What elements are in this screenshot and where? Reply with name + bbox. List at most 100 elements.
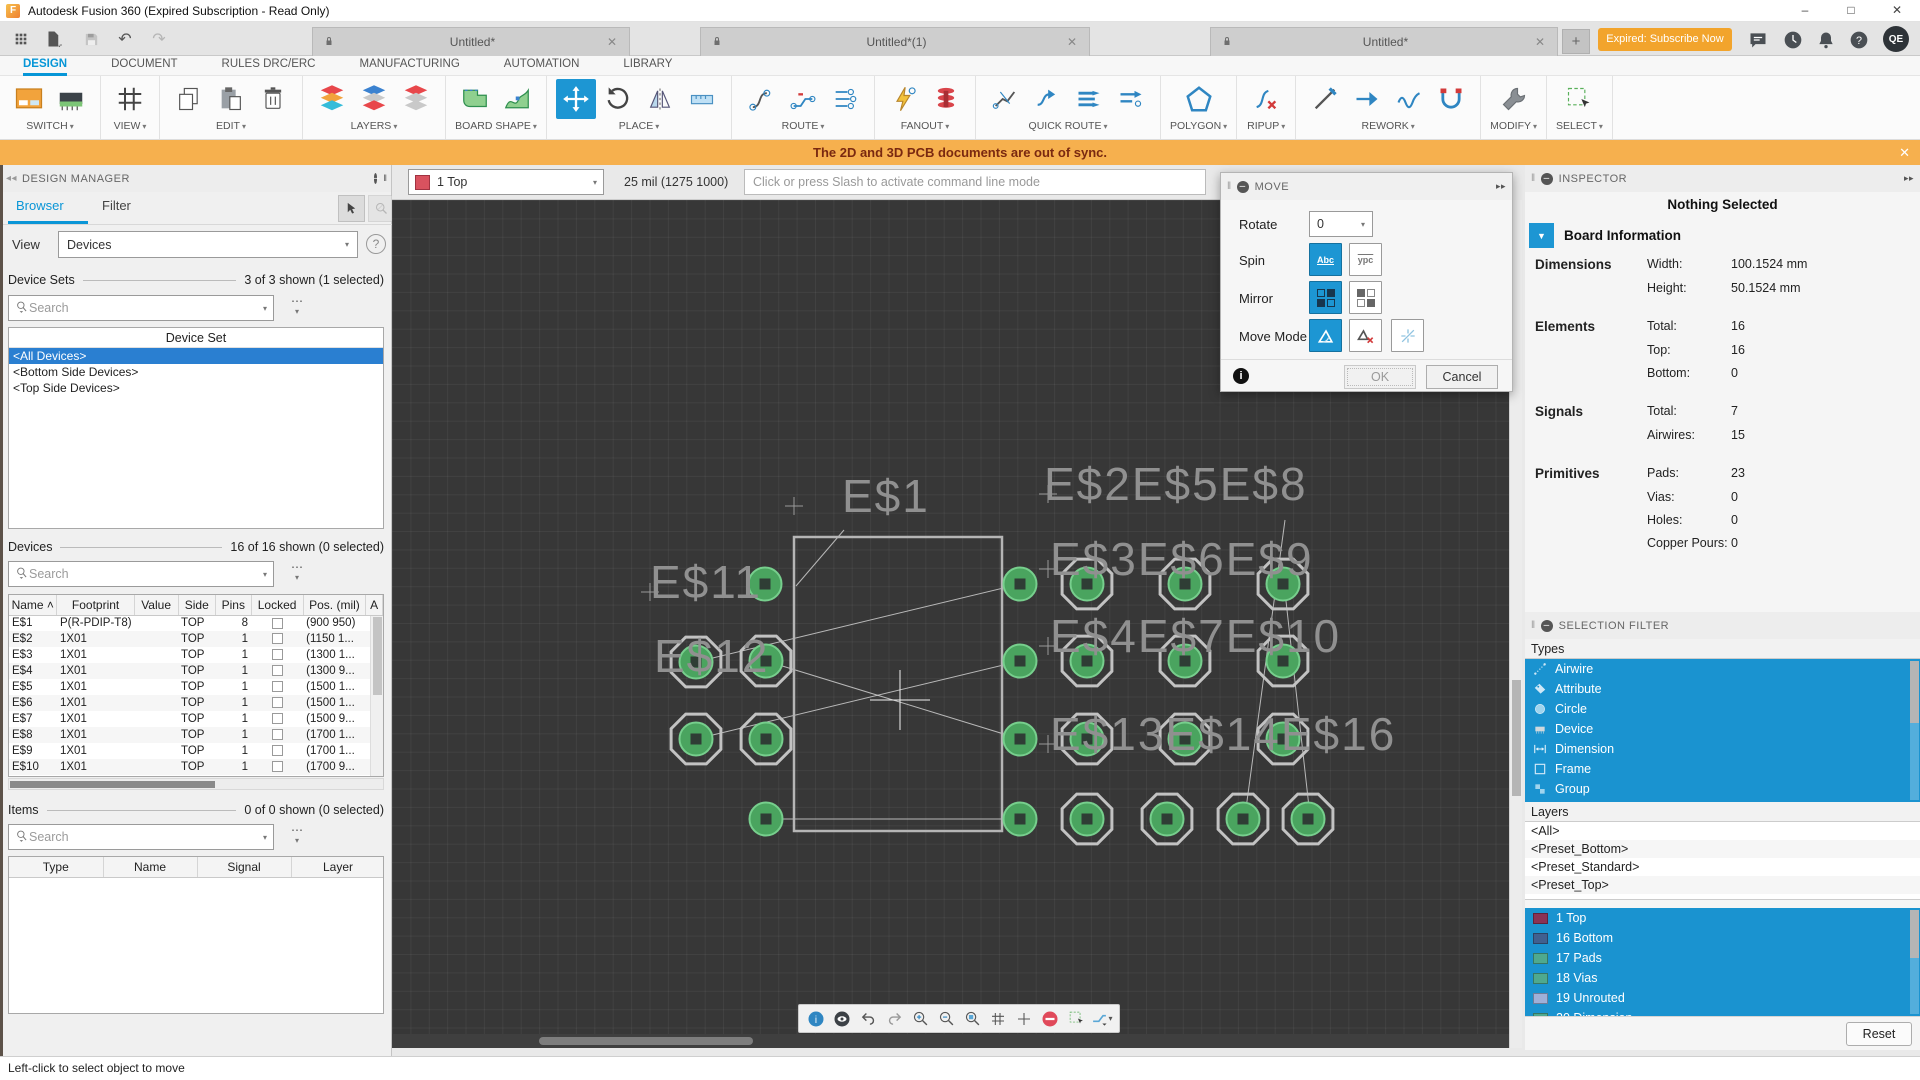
undo-icon[interactable]: ↶ bbox=[112, 27, 138, 51]
board-label[interactable]: E$11 bbox=[650, 556, 762, 608]
route-icon[interactable] bbox=[741, 79, 781, 119]
move-icon[interactable] bbox=[556, 79, 596, 119]
move-dialog-header[interactable]: ‖ – MOVE ▸▸ bbox=[1221, 173, 1512, 200]
warning-close-icon[interactable]: ✕ bbox=[1899, 140, 1910, 165]
route-net-icon[interactable] bbox=[825, 79, 865, 119]
menu-tab-library[interactable]: LIBRARY bbox=[623, 56, 672, 76]
delete-icon[interactable] bbox=[253, 79, 293, 119]
menu-tab-document[interactable]: DOCUMENT bbox=[111, 56, 177, 76]
board-label[interactable]: E$2E$5E$8 bbox=[1044, 458, 1308, 510]
minimize-icon[interactable]: – bbox=[1782, 0, 1828, 22]
board-label[interactable]: E$3E$6E$9 bbox=[1050, 533, 1314, 585]
close-icon[interactable]: ✕ bbox=[1874, 0, 1920, 22]
document-tab[interactable]: Untitled*(1) ✕ bbox=[700, 27, 1090, 56]
table-row[interactable]: E$10 1X01 TOP 1 (1700 9... bbox=[9, 759, 383, 775]
type-row-frame[interactable]: Frame bbox=[1525, 759, 1920, 779]
canvas-hscrollbar[interactable] bbox=[392, 1034, 1509, 1048]
column-header-layer[interactable]: Layer bbox=[291, 857, 383, 878]
app-grid-icon[interactable] bbox=[8, 27, 34, 51]
schematic-icon[interactable] bbox=[51, 79, 91, 119]
drag-handle-icon[interactable]: ‖ bbox=[1227, 181, 1232, 192]
chevron-down-icon[interactable]: ▾ bbox=[263, 570, 267, 579]
locked-checkbox[interactable] bbox=[271, 713, 283, 725]
locked-checkbox[interactable] bbox=[271, 617, 283, 629]
copy-icon[interactable] bbox=[169, 79, 209, 119]
toolbar-group-label[interactable]: POLYGON ▾ bbox=[1170, 120, 1227, 132]
zoom-disabled-button[interactable] bbox=[368, 195, 395, 222]
layer-row-16-bottom[interactable]: 16 Bottom bbox=[1525, 928, 1920, 948]
grid-view-icon[interactable] bbox=[110, 79, 150, 119]
column-header-footprint[interactable]: Footprint bbox=[56, 595, 135, 616]
rework-arrow-icon[interactable] bbox=[1347, 79, 1387, 119]
preset-row[interactable]: <Preset_Bottom> bbox=[1525, 840, 1920, 858]
layers-list[interactable]: 1 Top 16 Bottom 17 Pads 18 Vias 19 Unrouted 2… bbox=[1525, 908, 1920, 1016]
expand-right-icon[interactable]: ▸▸ bbox=[1496, 181, 1506, 192]
move-mode-angle-button[interactable] bbox=[1309, 319, 1342, 352]
paste-icon[interactable] bbox=[211, 79, 251, 119]
column-header-name[interactable]: Name ˄ bbox=[9, 595, 58, 616]
items-menu-button[interactable]: ⋯ ▾ bbox=[282, 824, 312, 845]
window-select-icon[interactable] bbox=[1065, 1008, 1087, 1030]
panel-minus-icon[interactable]: – ‖ bbox=[373, 173, 387, 184]
info-icon[interactable]: i bbox=[805, 1008, 827, 1030]
tab-filter[interactable]: Filter bbox=[102, 198, 131, 213]
save-icon[interactable] bbox=[78, 27, 104, 51]
toolbar-group-label[interactable]: RIPUP ▾ bbox=[1247, 120, 1285, 132]
ruler-icon[interactable] bbox=[682, 79, 722, 119]
delete-mode-icon[interactable] bbox=[1039, 1008, 1061, 1030]
toolbar-group-label[interactable]: SELECT ▾ bbox=[1556, 120, 1603, 132]
document-tab[interactable]: Untitled* ✕ bbox=[1210, 27, 1558, 56]
expired-subscribe-button[interactable]: Expired: Subscribe Now bbox=[1598, 28, 1732, 51]
view-dropdown[interactable]: Devices ▾ bbox=[58, 231, 358, 258]
toolbar-group-label[interactable]: ROUTE ▾ bbox=[782, 120, 825, 132]
board-label[interactable]: E$12 bbox=[654, 630, 769, 682]
table-row[interactable]: E$5 1X01 TOP 1 (1500 1... bbox=[9, 679, 383, 695]
device-set-row[interactable]: <Top Side Devices> bbox=[9, 380, 383, 396]
zoom-window-icon[interactable] bbox=[961, 1008, 983, 1030]
route-direction-icon[interactable] bbox=[1111, 79, 1151, 119]
file-menu-icon[interactable] bbox=[40, 27, 66, 51]
tab-close-icon[interactable]: ✕ bbox=[1065, 35, 1079, 49]
device-sets-search[interactable]: ▾ bbox=[8, 295, 274, 321]
help-circle-icon[interactable]: ? bbox=[366, 234, 386, 254]
locked-checkbox[interactable] bbox=[271, 681, 283, 693]
cancel-button[interactable]: Cancel bbox=[1426, 365, 1498, 389]
device-set-row[interactable]: <Bottom Side Devices> bbox=[9, 364, 383, 380]
column-header-a[interactable]: A bbox=[365, 595, 383, 616]
column-header-signal[interactable]: Signal bbox=[197, 857, 292, 878]
ripup-icon[interactable] bbox=[1246, 79, 1286, 119]
undo-view-icon[interactable] bbox=[857, 1008, 879, 1030]
rework-wave-icon[interactable] bbox=[1389, 79, 1429, 119]
bend-style-icon[interactable]: ▾ bbox=[1091, 1008, 1113, 1030]
table-row[interactable]: E$7 1X01 TOP 1 (1500 9... bbox=[9, 711, 383, 727]
devices-menu-button[interactable]: ⋯ ▾ bbox=[282, 561, 312, 582]
spin-off-button[interactable]: ypc bbox=[1349, 243, 1382, 276]
mirror-tool-icon[interactable] bbox=[640, 79, 680, 119]
locked-checkbox[interactable] bbox=[271, 761, 283, 773]
spline-area-icon[interactable] bbox=[497, 79, 537, 119]
toolbar-group-label[interactable]: BOARD SHAPE ▾ bbox=[455, 120, 537, 132]
new-tab-button[interactable]: + bbox=[1562, 29, 1590, 54]
document-tab[interactable]: Untitled* ✕ bbox=[312, 27, 630, 56]
zoom-in-icon[interactable] bbox=[909, 1008, 931, 1030]
command-line-input[interactable] bbox=[744, 169, 1206, 195]
maximize-icon[interactable]: □ bbox=[1828, 0, 1874, 22]
toolbar-group-label[interactable]: FANOUT ▾ bbox=[901, 120, 950, 132]
type-row-device[interactable]: Device bbox=[1525, 719, 1920, 739]
polygon-icon[interactable] bbox=[1179, 79, 1219, 119]
redo-view-icon[interactable] bbox=[883, 1008, 905, 1030]
via-stack-icon[interactable] bbox=[926, 79, 966, 119]
crosshair-icon[interactable] bbox=[1013, 1008, 1035, 1030]
device-sets-menu-button[interactable]: ⋯ ▾ bbox=[282, 295, 312, 316]
layer-presets-list[interactable]: <All> <Preset_Bottom> <Preset_Standard> <Pr… bbox=[1525, 822, 1920, 900]
devices-table-hscrollbar[interactable] bbox=[8, 778, 384, 790]
locked-checkbox[interactable] bbox=[271, 665, 283, 677]
panel-minus-icon[interactable]: – bbox=[1540, 172, 1553, 185]
menu-tab-automation[interactable]: AUTOMATION bbox=[504, 56, 580, 76]
redo-icon[interactable]: ↷ bbox=[146, 27, 172, 51]
table-row[interactable]: E$6 1X01 TOP 1 (1500 1... bbox=[9, 695, 383, 711]
tab-browser[interactable]: Browser bbox=[16, 198, 64, 213]
mirror-off-button[interactable] bbox=[1349, 281, 1382, 314]
tab-close-icon[interactable]: ✕ bbox=[1533, 35, 1547, 49]
select-marquee-icon[interactable] bbox=[1559, 79, 1599, 119]
